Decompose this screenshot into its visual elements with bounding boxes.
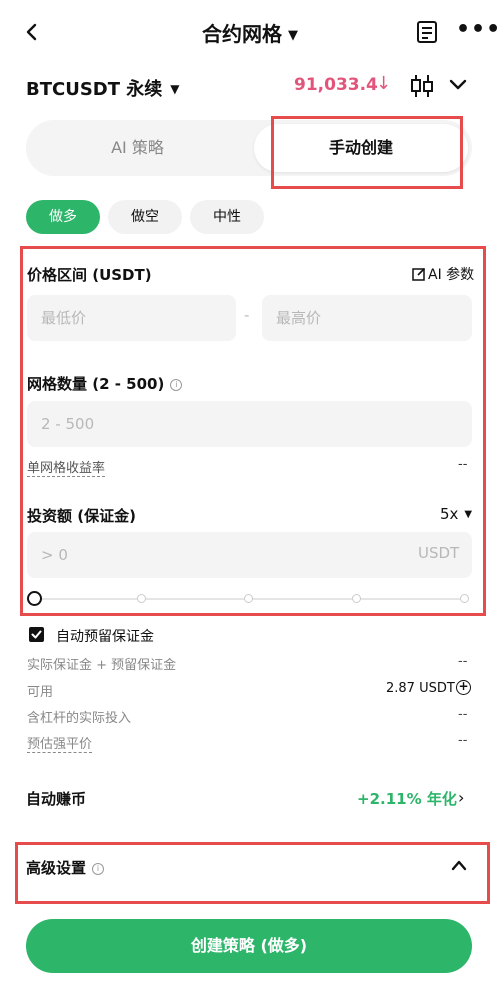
slider-step-dot[interactable] [352,594,361,603]
max-price-input[interactable] [262,295,472,341]
investment-input[interactable] [27,532,472,578]
caret-down-icon: ▼ [288,28,298,43]
add-funds-icon[interactable]: + [456,680,471,695]
edit-icon [412,267,426,281]
symbol-selector[interactable]: BTCUSDT 永续 ▼ [26,75,180,101]
direction-short-button[interactable]: 做空 [108,200,182,234]
investment-unit: USDT [418,544,460,562]
highlight-box-manual-tab [271,116,463,189]
more-icon[interactable]: ••• [456,19,500,41]
direction-long-button[interactable]: 做多 [26,200,100,234]
info-icon[interactable]: i [92,863,105,875]
leveraged-investment-value: -- [458,707,468,722]
last-price: 91,033.4 [294,75,378,95]
chevron-down-icon[interactable] [448,77,468,93]
advanced-settings-row[interactable]: 高级设置 i [26,857,105,878]
investment-label: 投资额 (保证金) [27,507,136,525]
document-icon[interactable] [416,20,438,44]
tab-ai-strategy[interactable]: AI 策略 [26,120,249,176]
available-label: 可用 [27,685,54,700]
caret-down-icon: ▼ [170,82,180,96]
liquidation-price-value: -- [458,733,468,748]
liquidation-price-label[interactable]: 预估强平价 [27,733,93,753]
direction-neutral-button[interactable]: 中性 [190,200,264,234]
price-range-label: 价格区间 (USDT) [27,266,152,284]
grid-count-input[interactable] [27,401,472,447]
create-strategy-button[interactable]: 创建策略 (做多) [26,919,472,973]
chevron-up-icon[interactable] [450,858,468,872]
chevron-right-icon[interactable]: › [458,788,464,807]
auto-earn-apr[interactable]: +2.11% 年化 [357,788,457,809]
margin-value: -- [458,654,468,669]
leveraged-investment-label: 含杠杆的实际投入 [27,711,132,726]
price-down-arrow-icon: ↓ [376,73,392,94]
candlestick-chart-icon[interactable] [410,73,434,99]
caret-down-icon: ▼ [464,509,473,520]
grid-count-label-row: 网格数量 (2 - 500) i [27,373,183,394]
margin-label: 实际保证金 + 预留保证金 [27,658,177,673]
leverage-selector[interactable]: 5x ▼ [440,505,472,523]
symbol-name: BTCUSDT 永续 [26,79,163,100]
per-grid-profit-value: -- [458,457,468,472]
available-value: 2.87 USDT [386,681,455,696]
ai-params-label: AI 参数 [428,267,475,283]
ai-params-link[interactable]: AI 参数 [412,264,474,284]
page-title-text: 合约网格 [202,22,282,46]
slider-step-dot[interactable] [137,594,146,603]
min-price-input[interactable] [27,295,236,341]
range-separator: - [244,306,250,324]
leverage-value: 5x [440,505,459,523]
auto-reserve-label[interactable]: 自动预留保证金 [56,626,154,646]
info-icon[interactable]: i [170,379,183,391]
auto-earn-label: 自动赚币 [26,790,87,808]
advanced-settings-label: 高级设置 [26,859,87,877]
slider-step-dot[interactable] [460,594,469,603]
grid-count-label: 网格数量 (2 - 500) [27,375,165,393]
slider-step-dot[interactable] [244,594,253,603]
investment-slider-knob[interactable] [27,591,42,606]
per-grid-profit-label[interactable]: 单网格收益率 [27,457,106,477]
auto-reserve-checkbox[interactable] [29,627,44,642]
